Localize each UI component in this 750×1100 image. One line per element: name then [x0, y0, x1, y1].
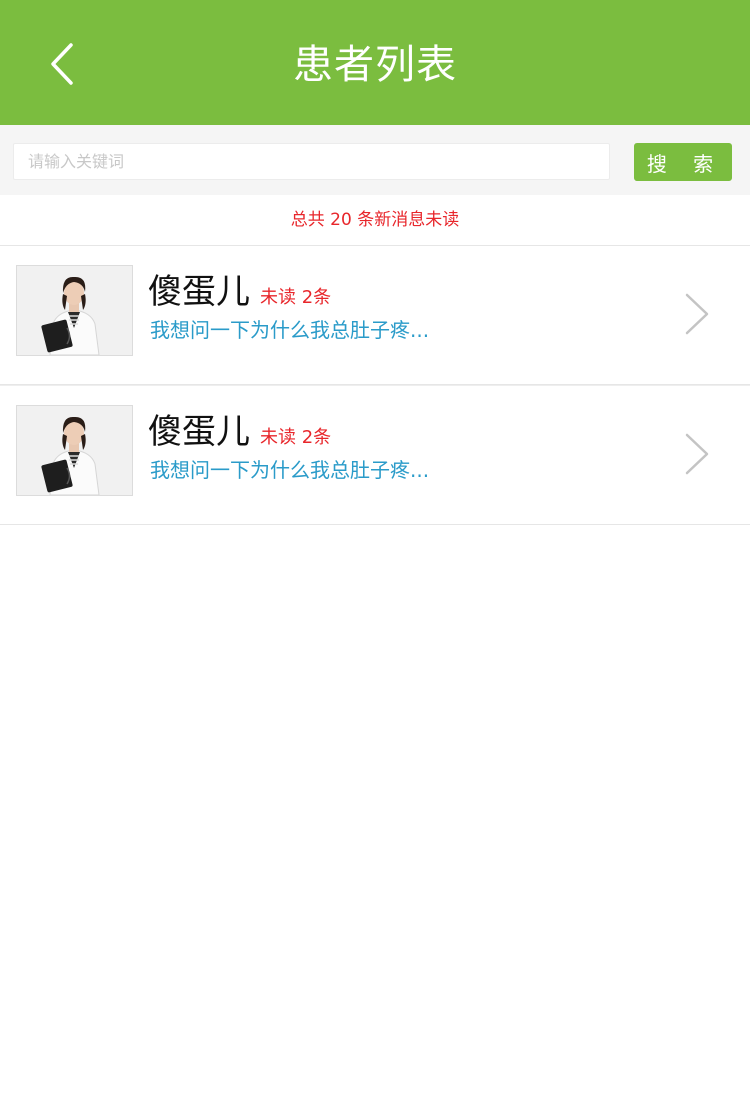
unread-badge: 未读 2条 [260, 427, 332, 448]
message-preview: 我想问一下为什么我总肚子疼... [150, 458, 430, 482]
patient-name: 傻蛋儿 [148, 272, 250, 312]
page-title: 患者列表 [293, 42, 457, 88]
app-header: 患者列表 [0, 0, 750, 125]
doctor-avatar-image [17, 406, 132, 495]
unread-badge: 未读 2条 [260, 287, 332, 308]
search-input[interactable] [13, 143, 610, 180]
avatar [16, 405, 133, 496]
search-button[interactable]: 搜 索 [634, 143, 732, 181]
name-line: 傻蛋儿 未读 2条 [148, 404, 332, 452]
patient-list: 傻蛋儿 未读 2条 我想问一下为什么我总肚子疼... 傻蛋儿 未读 2条 我想问… [0, 246, 750, 525]
doctor-avatar-image [17, 266, 132, 355]
list-item[interactable]: 傻蛋儿 未读 2条 我想问一下为什么我总肚子疼... [0, 246, 750, 385]
chevron-right-icon [685, 293, 709, 335]
patient-name: 傻蛋儿 [148, 412, 250, 452]
search-bar: 搜 索 [0, 125, 750, 195]
name-line: 傻蛋儿 未读 2条 [148, 264, 332, 312]
list-item[interactable]: 傻蛋儿 未读 2条 我想问一下为什么我总肚子疼... [0, 385, 750, 525]
message-preview: 我想问一下为什么我总肚子疼... [150, 318, 430, 342]
unread-summary: 总共 20 条新消息未读 [0, 195, 750, 246]
chevron-right-icon [685, 433, 709, 475]
avatar [16, 265, 133, 356]
